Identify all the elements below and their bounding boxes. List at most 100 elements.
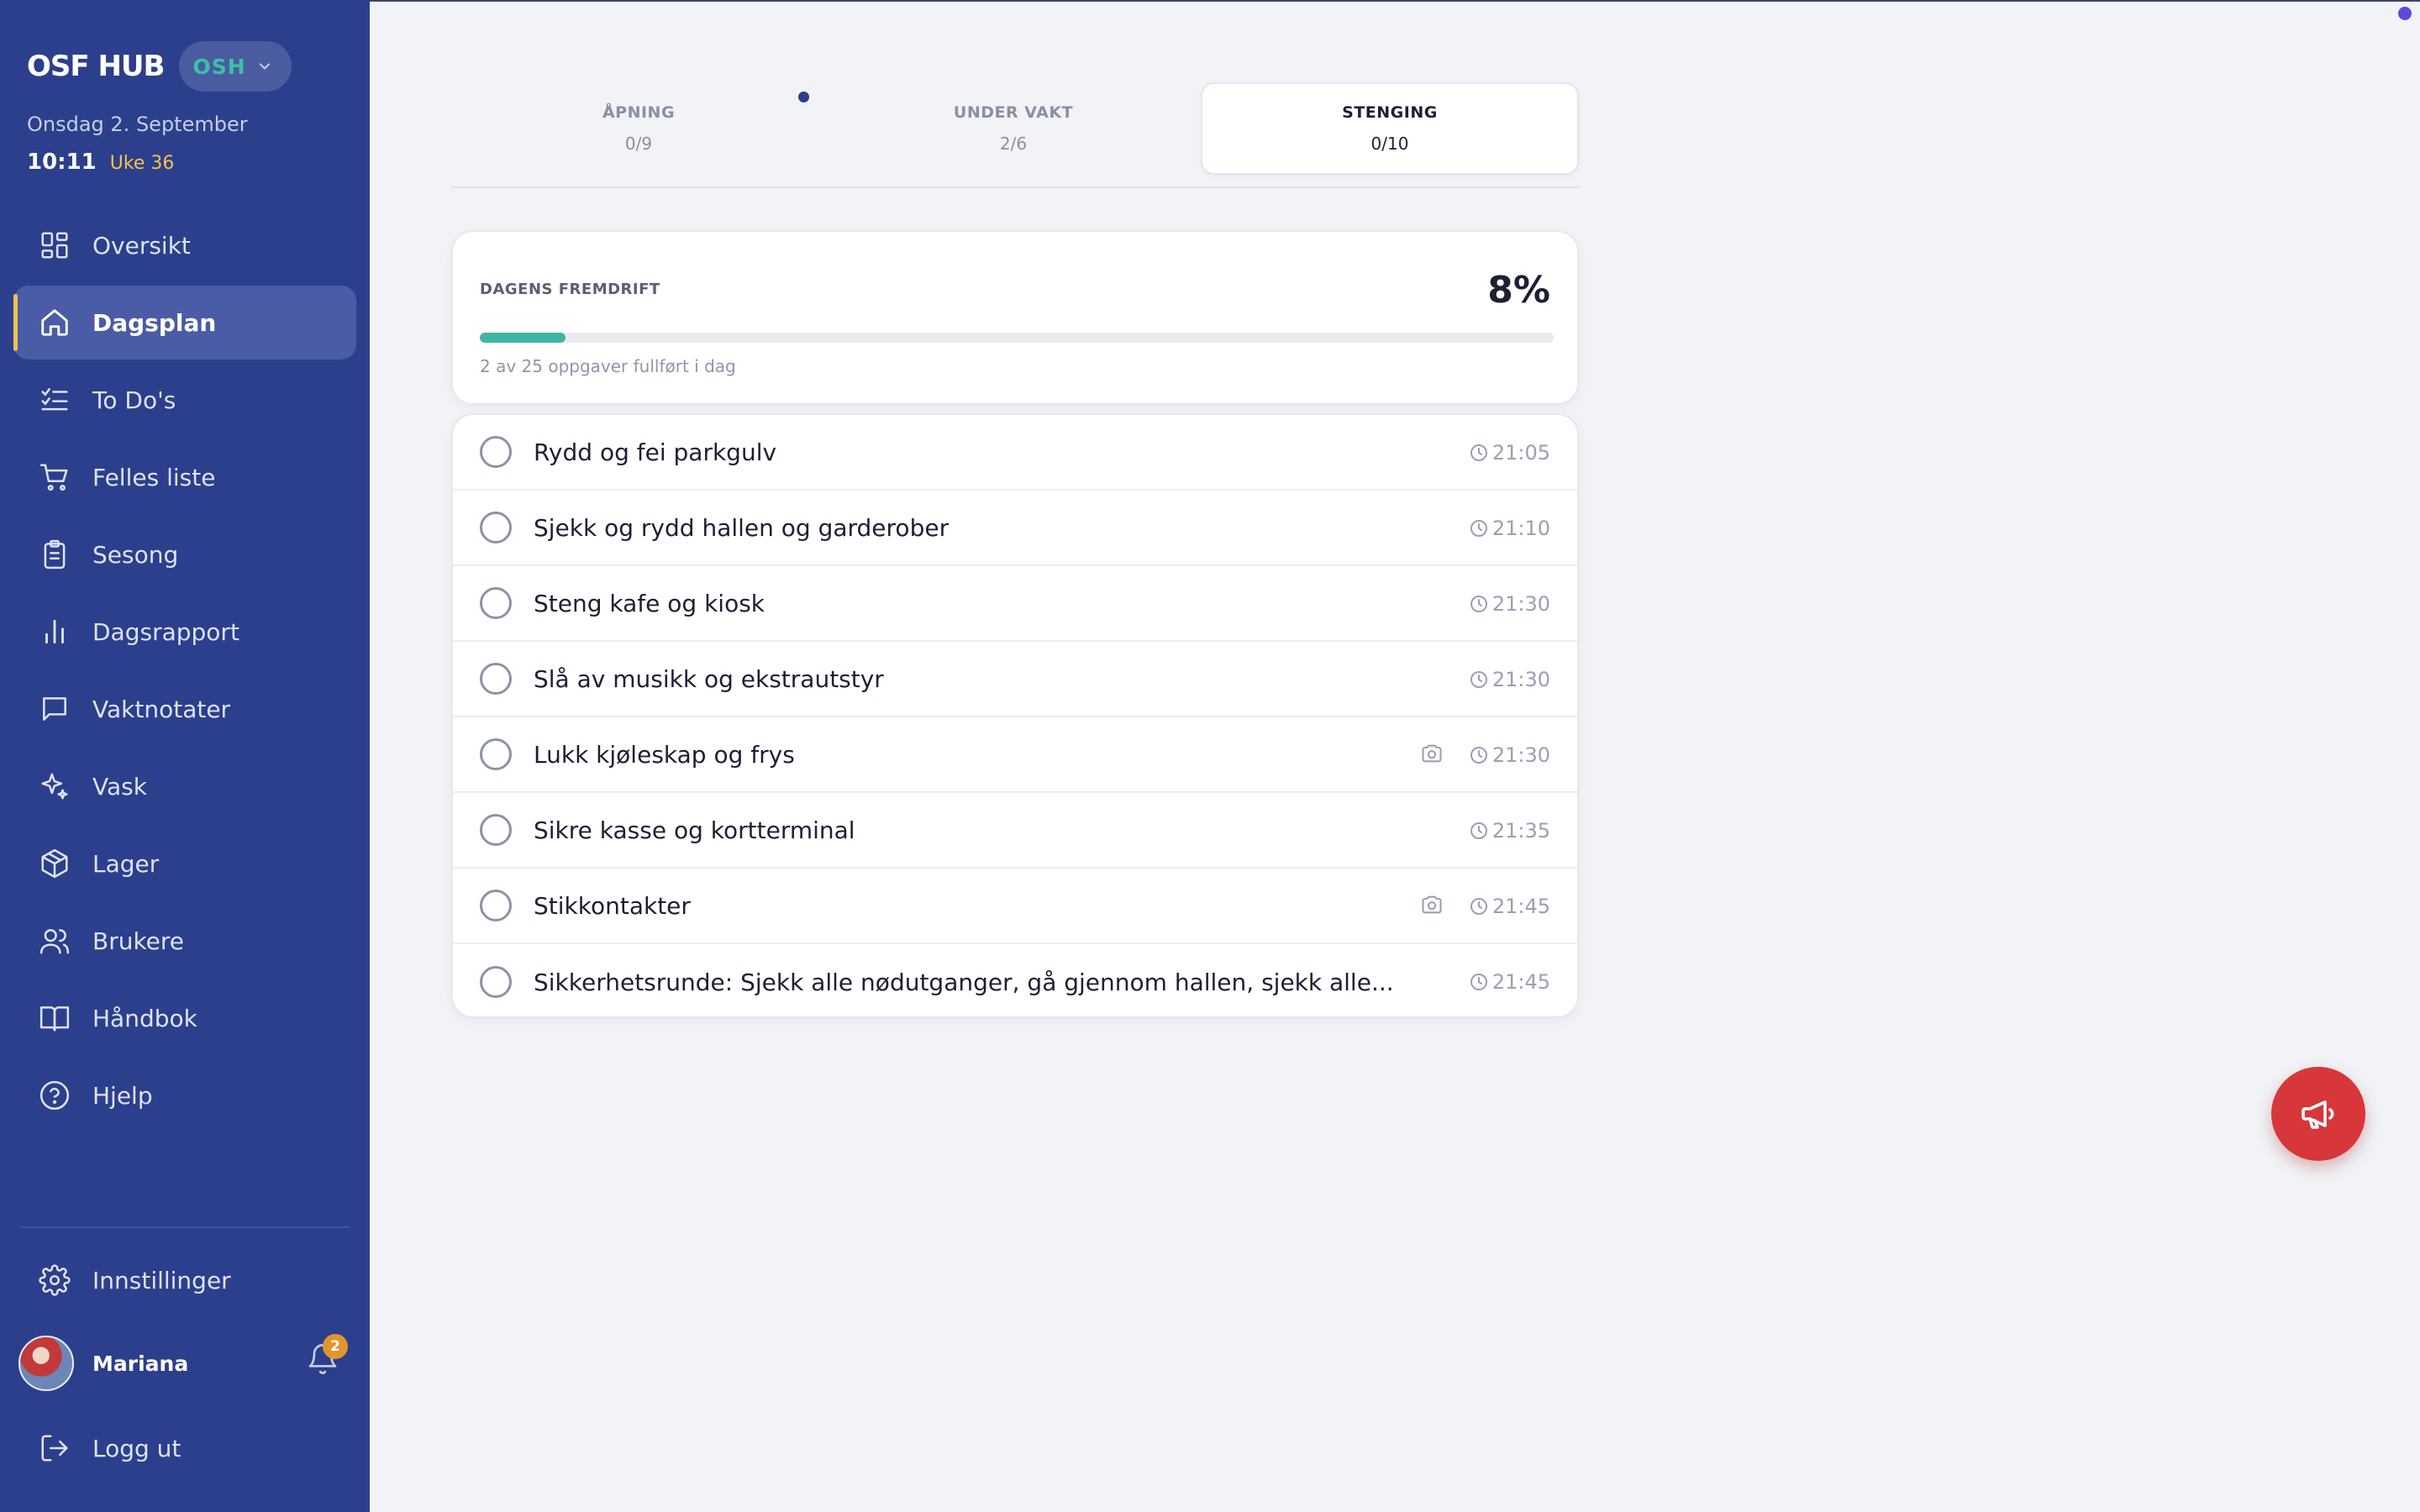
bar-chart-icon — [45, 619, 64, 644]
task-checkbox[interactable] — [480, 890, 512, 921]
location-label: OSH — [192, 54, 246, 79]
clock-icon — [1470, 596, 1487, 612]
sidebar-item-label: Håndbok — [92, 1004, 197, 1032]
user-profile[interactable]: Mariana 2 — [18, 1334, 355, 1391]
task-item[interactable]: Steng kafe og kiosk 21:30 — [453, 566, 1577, 642]
sidebar-item-sesong[interactable]: Sesong — [13, 517, 356, 591]
task-time-label: 21:45 — [1491, 970, 1550, 994]
sidebar-item-vask[interactable]: Vask — [13, 749, 356, 823]
logout-container: Logg ut — [13, 1411, 356, 1488]
checklist-icon — [41, 388, 68, 411]
task-checkbox[interactable] — [480, 966, 512, 998]
clock-icon — [1470, 520, 1487, 537]
user-name: Mariana — [92, 1351, 189, 1376]
progress-title: DAGENS FREMDRIFT — [480, 281, 660, 298]
task-checkbox[interactable] — [480, 436, 512, 468]
task-time-label: 21:30 — [1491, 743, 1550, 767]
grid-icon — [41, 232, 68, 259]
help-icon — [39, 1080, 70, 1110]
camera-icon — [1420, 742, 1444, 769]
progress-percent: 8% — [1487, 269, 1550, 312]
task-item[interactable]: Sikre kasse og kortterminal 21:35 — [453, 793, 1577, 869]
chevron-down-icon — [259, 63, 270, 70]
progress-bar — [480, 333, 1554, 343]
sidebar-divider — [20, 1226, 350, 1228]
sidebar-item-label: Vask — [92, 772, 147, 801]
tab-label: ÅPNING — [602, 103, 676, 122]
task-time-label: 21:30 — [1491, 592, 1550, 616]
task-item[interactable]: Sjekk og rydd hallen og garderober 21:10 — [453, 491, 1577, 566]
sidebar-item-vaktnotater[interactable]: Vaktnotater — [13, 672, 356, 746]
megaphone-icon — [2302, 1100, 2334, 1129]
task-time: 21:30 — [1469, 592, 1550, 616]
sidebar-item-handbok[interactable]: Håndbok — [13, 981, 356, 1055]
tab-label: UNDER VAKT — [953, 103, 1074, 122]
sidebar-item-label: Hjelp — [92, 1081, 153, 1110]
task-item[interactable]: Lukk kjøleskap og frys 21:30 — [453, 717, 1577, 793]
sidebar-item-label: Dagsrapport — [92, 617, 239, 646]
task-checkbox[interactable] — [480, 814, 512, 846]
task-item[interactable]: Sikkerhetsrunde: Sjekk alle nødutganger,… — [453, 944, 1577, 1016]
tab-stenging[interactable]: STENGING 0/10 — [1201, 82, 1579, 175]
task-title: Steng kafe og kiosk — [534, 589, 765, 617]
location-selector[interactable]: OSH — [179, 41, 292, 92]
tab-under-vakt[interactable]: UNDER VAKT 2/6 — [826, 82, 1201, 175]
task-time: 21:10 — [1469, 517, 1550, 540]
task-checkbox[interactable] — [480, 512, 512, 543]
sidebar: OSF HUB OSH Onsdag 2. September 10:11 Uk… — [0, 0, 370, 1512]
sidebar-item-label: Innstillinger — [92, 1266, 231, 1294]
message-icon — [43, 697, 66, 721]
sidebar-item-dagsplan[interactable]: Dagsplan — [13, 286, 356, 360]
clock-icon — [1470, 444, 1487, 461]
clock-icon — [1470, 974, 1487, 990]
cart-icon — [39, 464, 68, 491]
sidebar-item-label: Oversikt — [92, 231, 191, 260]
task-time: 21:45 — [1469, 970, 1550, 994]
sidebar-item-label: Vaktnotater — [92, 695, 231, 723]
tab-apning[interactable]: ÅPNING 0/9 — [451, 82, 826, 175]
sidebar-item-todos[interactable]: To Do's — [13, 363, 356, 437]
task-title: Sjekk og rydd hallen og garderober — [534, 513, 950, 542]
sidebar-item-lager[interactable]: Lager — [13, 827, 356, 900]
task-time: 21:30 — [1469, 668, 1550, 691]
task-time: 21:30 — [1469, 743, 1550, 767]
logout-label: Logg ut — [92, 1434, 182, 1462]
current-time: 10:11 — [27, 150, 97, 175]
task-item[interactable]: Slå av musikk og ekstrautstyr 21:30 — [453, 642, 1577, 717]
task-title: Stikkontakter — [534, 891, 691, 920]
sidebar-item-label: Brukere — [92, 927, 185, 955]
book-icon — [39, 1006, 70, 1032]
users-icon — [39, 929, 70, 954]
announcement-button[interactable] — [2271, 1067, 2365, 1161]
clipboard-icon — [44, 539, 66, 570]
tab-label: STENGING — [1342, 103, 1438, 122]
task-title: Lukk kjøleskap og frys — [534, 740, 795, 769]
task-time-label: 21:45 — [1491, 895, 1550, 918]
sidebar-item-hjelp[interactable]: Hjelp — [13, 1058, 356, 1132]
notifications-button[interactable]: 2 — [306, 1334, 348, 1379]
task-time-label: 21:35 — [1491, 819, 1550, 843]
task-checkbox[interactable] — [480, 738, 512, 770]
sidebar-item-label: To Do's — [92, 386, 176, 414]
sidebar-nav: Oversikt Dagsplan To Do's Felles liste S… — [13, 208, 356, 1136]
task-checkbox[interactable] — [480, 663, 512, 695]
clock-icon — [1470, 671, 1487, 688]
task-title: Slå av musikk og ekstrautstyr — [534, 664, 884, 693]
progress-bar-fill — [480, 333, 566, 343]
task-checkbox[interactable] — [480, 587, 512, 619]
tab-count: 2/6 — [999, 134, 1028, 154]
sidebar-item-brukere[interactable]: Brukere — [13, 904, 356, 978]
task-item[interactable]: Rydd og fei parkgulv 21:05 — [453, 415, 1577, 491]
avatar[interactable] — [18, 1336, 74, 1391]
sidebar-item-label: Lager — [92, 849, 160, 878]
logout-button[interactable]: Logg ut — [13, 1411, 356, 1485]
task-time-label: 21:05 — [1491, 441, 1550, 465]
clock-icon — [1470, 898, 1487, 915]
sidebar-item-felles-liste[interactable]: Felles liste — [13, 440, 356, 514]
task-item[interactable]: Stikkontakter 21:45 — [453, 869, 1577, 944]
sidebar-item-innstillinger[interactable]: Innstillinger — [13, 1243, 356, 1317]
tabs-divider — [451, 186, 1579, 188]
task-time: 21:45 — [1469, 895, 1550, 918]
sidebar-item-dagsrapport[interactable]: Dagsrapport — [13, 595, 356, 669]
sidebar-item-oversikt[interactable]: Oversikt — [13, 208, 356, 282]
